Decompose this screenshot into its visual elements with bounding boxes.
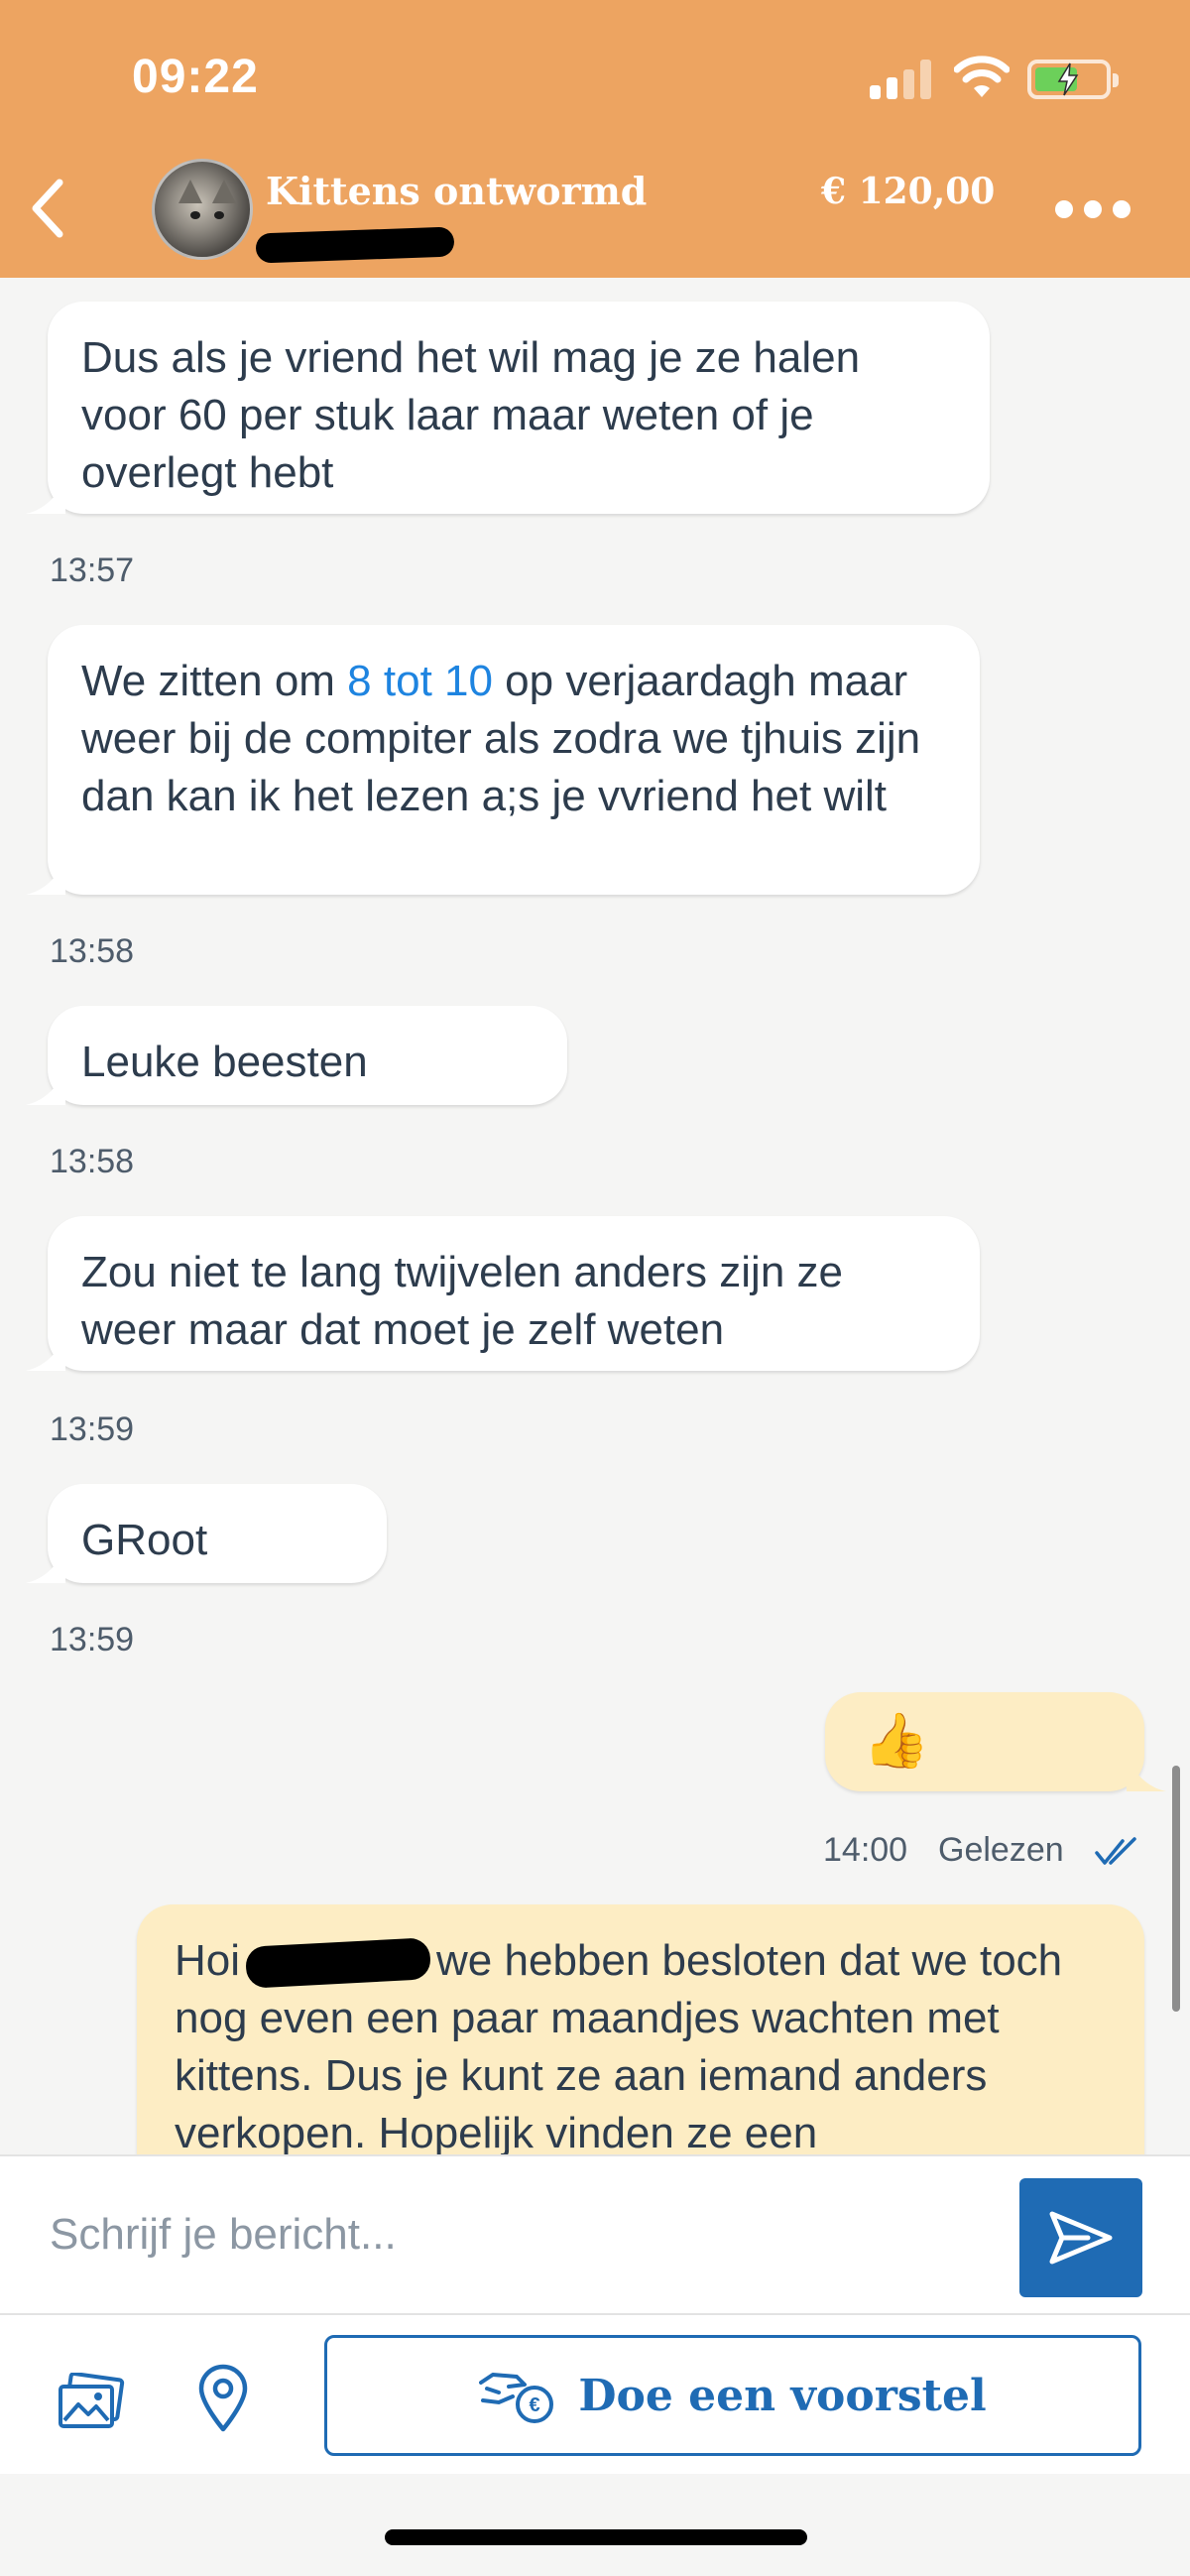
ad-price: € 120,00 <box>821 171 996 212</box>
redacted-name <box>245 1937 432 1990</box>
message-input[interactable] <box>50 2200 982 2269</box>
photo-button[interactable] <box>54 2365 129 2440</box>
make-offer-button[interactable]: € Doe een voorstel <box>324 2335 1141 2456</box>
wifi-icon <box>954 56 1010 97</box>
thumbs-up-emoji: 👍 <box>863 1711 930 1771</box>
message-time: 13:59 <box>50 1411 135 1448</box>
message-composer <box>0 2154 1190 2315</box>
message-text: We zitten om 8 tot 10 op verjaardagh maa… <box>81 657 921 820</box>
message-bubble-incoming[interactable]: Dus als je vriend het wil mag je ze hale… <box>48 302 990 514</box>
make-offer-label: Doe een voorstel <box>578 2370 987 2421</box>
chat-header: 09:22 Kittens ontwormd € 120,00 <box>0 0 1190 278</box>
message-bubble-outgoing[interactable]: Hoi we hebben besloten dat we toch nog ev… <box>137 1904 1144 2154</box>
message-bubble-outgoing[interactable]: 👍 <box>825 1692 1144 1791</box>
message-time: 14:00 <box>823 1831 908 1869</box>
location-button[interactable] <box>196 2359 250 2438</box>
message-list[interactable]: Dus als je vriend het wil mag je ze hale… <box>0 278 1190 2154</box>
ad-thumbnail[interactable] <box>152 159 253 260</box>
offer-hand-icon: € <box>479 2373 554 2423</box>
svg-text:€: € <box>530 2394 540 2416</box>
battery-charging-icon <box>1027 60 1119 99</box>
message-time: 13:57 <box>50 552 135 589</box>
send-button[interactable] <box>1019 2178 1142 2297</box>
message-bubble-incoming[interactable]: We zitten om 8 tot 10 op verjaardagh maa… <box>48 625 980 895</box>
message-bubble-incoming[interactable]: Leuke beesten <box>48 1006 567 1105</box>
chevron-left-icon <box>32 179 63 238</box>
cellular-signal-icon <box>870 60 933 99</box>
message-text: Zou niet te lang twijvelen anders zijn z… <box>81 1248 843 1354</box>
message-time: 13:58 <box>50 1143 135 1180</box>
location-pin-icon <box>198 2364 248 2432</box>
double-check-icon <box>1095 1837 1136 1865</box>
message-time: 13:58 <box>50 932 135 970</box>
message-text: Dus als je vriend het wil mag je ze hale… <box>81 333 861 497</box>
chat-actions-bar: € Doe een voorstel <box>0 2315 1190 2474</box>
home-indicator[interactable] <box>385 2529 807 2545</box>
chat-screen: 09:22 Kittens ontwormd € 120,00 Dus als … <box>0 0 1190 2576</box>
send-icon <box>1049 2211 1113 2265</box>
redacted-username <box>255 226 455 264</box>
message-bubble-incoming[interactable]: GRoot <box>48 1484 387 1583</box>
message-text: Hoi we hebben besloten dat we toch nog ev… <box>175 1936 1063 2154</box>
message-text: GRoot <box>81 1516 208 1564</box>
message-link[interactable]: 8 tot 10 <box>347 657 493 705</box>
more-options-button[interactable] <box>1055 194 1130 224</box>
ad-title[interactable]: Kittens ontwormd <box>266 169 647 213</box>
back-button[interactable] <box>18 169 77 248</box>
safe-area <box>0 2474 1190 2576</box>
scrollbar[interactable] <box>1172 1766 1180 2012</box>
message-time: 13:59 <box>50 1621 135 1658</box>
image-icon <box>59 2373 125 2428</box>
read-status: Gelezen <box>938 1831 1064 1869</box>
message-text: Leuke beesten <box>81 1038 368 1086</box>
message-bubble-incoming[interactable]: Zou niet te lang twijvelen anders zijn z… <box>48 1216 980 1371</box>
status-time: 09:22 <box>132 51 259 103</box>
